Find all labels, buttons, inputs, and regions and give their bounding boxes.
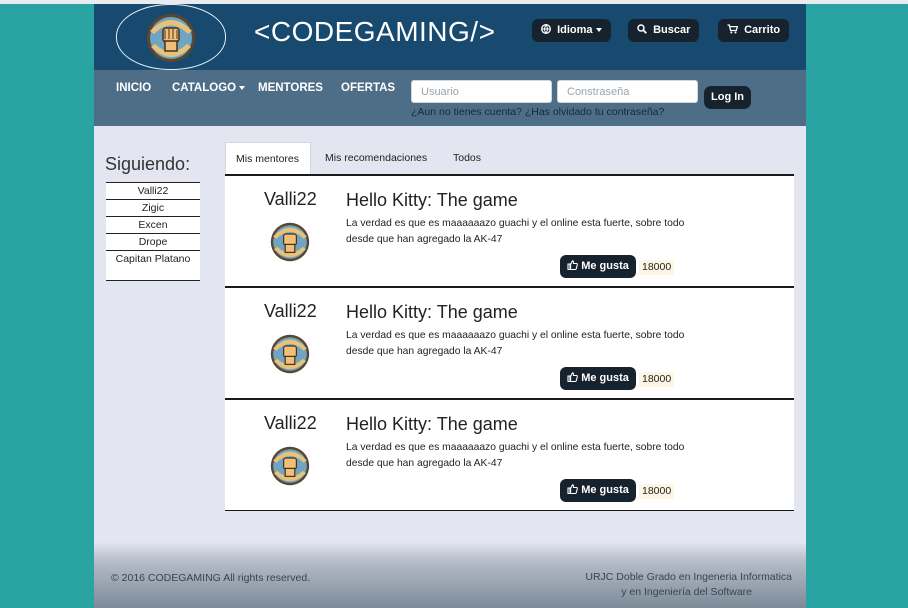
globe-icon (541, 24, 554, 36)
post-text: La verdad es que es maaaaaazo guachi y e… (346, 218, 685, 245)
account-links: ¿Aun no tienes cuenta? ¿Has olvidado tu … (411, 106, 664, 118)
like-count: 18000 (639, 260, 675, 275)
like-count: 18000 (639, 484, 675, 499)
post-author[interactable]: Valli22 (264, 189, 317, 210)
following-item[interactable]: Capitan Platano (106, 250, 200, 280)
avatar (270, 222, 310, 262)
footer: © 2016 CODEGAMING All rights reserved. U… (94, 542, 806, 608)
cart-label: Carrito (744, 24, 781, 36)
university-line-2: y en Ingeniería del Software (621, 586, 752, 598)
nav-inicio[interactable]: INICIO (116, 82, 151, 94)
like-button[interactable]: Me gusta (560, 255, 636, 278)
search-button[interactable]: Buscar (628, 19, 700, 42)
page-container: <CODEGAMING/> Idioma Buscar Carrito INIC… (94, 4, 806, 608)
university-text: URJC Doble Grado en Ingeneria Informatic… (585, 570, 792, 600)
thumbs-up-icon (567, 260, 578, 272)
nav-ofertas[interactable]: OFERTAS (341, 82, 395, 94)
language-label: Idioma (557, 24, 593, 36)
brand-title[interactable]: <CODEGAMING/> (254, 16, 495, 48)
following-item[interactable]: Drope (106, 233, 200, 250)
search-icon (637, 24, 650, 36)
post-text: La verdad es que es maaaaaazo guachi y e… (346, 330, 685, 357)
username-input[interactable] (411, 80, 552, 103)
search-label: Buscar (653, 24, 691, 36)
following-title: Siguiendo: (105, 154, 191, 174)
header: <CODEGAMING/> Idioma Buscar Carrito (94, 4, 806, 70)
post-title[interactable]: Hello Kitty: The game (346, 302, 518, 323)
register-link[interactable]: ¿Aun no tienes cuenta? (411, 106, 522, 118)
thumbs-up-icon (567, 484, 578, 496)
following-item[interactable]: Excen (106, 216, 200, 233)
like-label: Me gusta (581, 260, 629, 272)
post-card: Valli22 Hello Kitty: The game La verdad … (225, 174, 794, 286)
chevron-down-icon (595, 28, 602, 33)
post-card: Valli22 Hello Kitty: The game La verdad … (225, 398, 794, 511)
cart-icon (727, 24, 741, 36)
navbar: INICIO CATALOGO MENTORES OFERTAS Log In … (94, 70, 806, 126)
following-list: Valli22 Zigic Excen Drope Capitan Platan… (106, 182, 200, 281)
tab-mis-recomendaciones[interactable]: Mis recomendaciones (325, 142, 427, 174)
forgot-password-link[interactable]: ¿Has olvidado tu contraseña? (525, 106, 665, 118)
following-item[interactable]: Zigic (106, 199, 200, 216)
posts-list: Valli22 Hello Kitty: The game La verdad … (225, 174, 794, 511)
chevron-down-icon (239, 85, 246, 90)
thumbs-up-icon (567, 372, 578, 384)
post-title[interactable]: Hello Kitty: The game (346, 190, 518, 211)
tab-todos[interactable]: Todos (453, 142, 481, 174)
avatar (270, 446, 310, 486)
password-input[interactable] (557, 80, 698, 103)
copyright-text: © 2016 CODEGAMING All rights reserved. (111, 572, 311, 584)
university-line-1: URJC Doble Grado en Ingeneria Informatic… (585, 571, 792, 583)
post-text: La verdad es que es maaaaaazo guachi y e… (346, 442, 685, 469)
avatar (270, 334, 310, 374)
post-author[interactable]: Valli22 (264, 301, 317, 322)
logo-frame[interactable] (116, 4, 226, 70)
login-button[interactable]: Log In (704, 86, 751, 109)
nav-catalogo[interactable]: CATALOGO (172, 82, 246, 94)
post-title[interactable]: Hello Kitty: The game (346, 414, 518, 435)
like-button[interactable]: Me gusta (560, 479, 636, 502)
following-item[interactable]: Valli22 (106, 182, 200, 199)
nav-catalogo-label: CATALOGO (172, 82, 237, 94)
tab-mis-mentores[interactable]: Mis mentores (225, 142, 311, 174)
like-count: 18000 (639, 372, 675, 387)
language-dropdown-button[interactable]: Idioma (532, 19, 611, 42)
like-button[interactable]: Me gusta (560, 367, 636, 390)
post-author[interactable]: Valli22 (264, 413, 317, 434)
like-label: Me gusta (581, 372, 629, 384)
like-label: Me gusta (581, 484, 629, 496)
logo-icon (147, 14, 195, 62)
post-card: Valli22 Hello Kitty: The game La verdad … (225, 286, 794, 398)
cart-button[interactable]: Carrito (718, 19, 790, 42)
nav-mentores[interactable]: MENTORES (258, 82, 323, 94)
